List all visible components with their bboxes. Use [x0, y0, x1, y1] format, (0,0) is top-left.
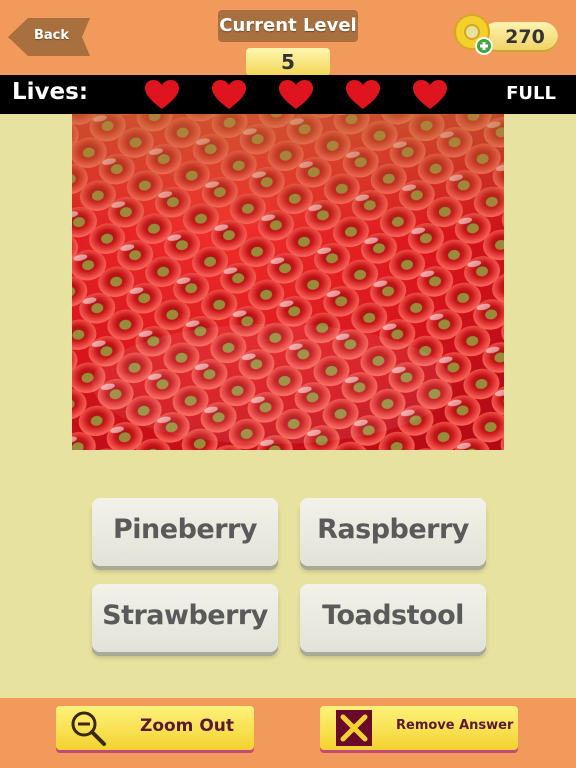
heart-icon	[346, 80, 380, 109]
heart-icon	[212, 80, 246, 109]
remove-answer-label: Remove Answer	[396, 718, 514, 733]
lives-status: FULL	[506, 83, 556, 104]
current-level-panel: Current Level 5	[218, 10, 358, 76]
remove-x-icon	[336, 710, 372, 746]
magnifier-icon	[71, 711, 106, 746]
remove-answer-button[interactable]: Remove Answer	[320, 706, 518, 750]
answer-button-3[interactable]: Strawberry	[92, 584, 278, 652]
heart-icon	[145, 80, 179, 109]
bottom-bar: Zoom Out Remove Answer	[0, 698, 576, 768]
back-button[interactable]: Back	[8, 18, 90, 56]
lives-label: Lives:	[12, 79, 89, 105]
heart-icon	[279, 80, 313, 109]
puzzle-image	[72, 114, 504, 450]
answer-button-4[interactable]: Toadstool	[300, 584, 486, 652]
coins-counter[interactable]: 270	[452, 12, 564, 60]
coin-count: 270	[505, 26, 545, 48]
answer-button-1[interactable]: Pineberry	[92, 498, 278, 566]
zoom-out-button[interactable]: Zoom Out	[56, 706, 254, 750]
key-icon	[454, 14, 493, 55]
strawberry-closeup-image	[72, 114, 504, 450]
back-label: Back	[34, 28, 70, 43]
lives-bar: Lives: FULL	[0, 75, 576, 114]
level-value: 5	[246, 48, 330, 76]
top-bar: Back Current Level 5 270	[0, 0, 576, 76]
zoom-out-label: Zoom Out	[140, 716, 234, 736]
heart-icon	[413, 80, 447, 109]
level-title: Current Level	[218, 10, 358, 42]
answer-button-2[interactable]: Raspberry	[300, 498, 486, 566]
